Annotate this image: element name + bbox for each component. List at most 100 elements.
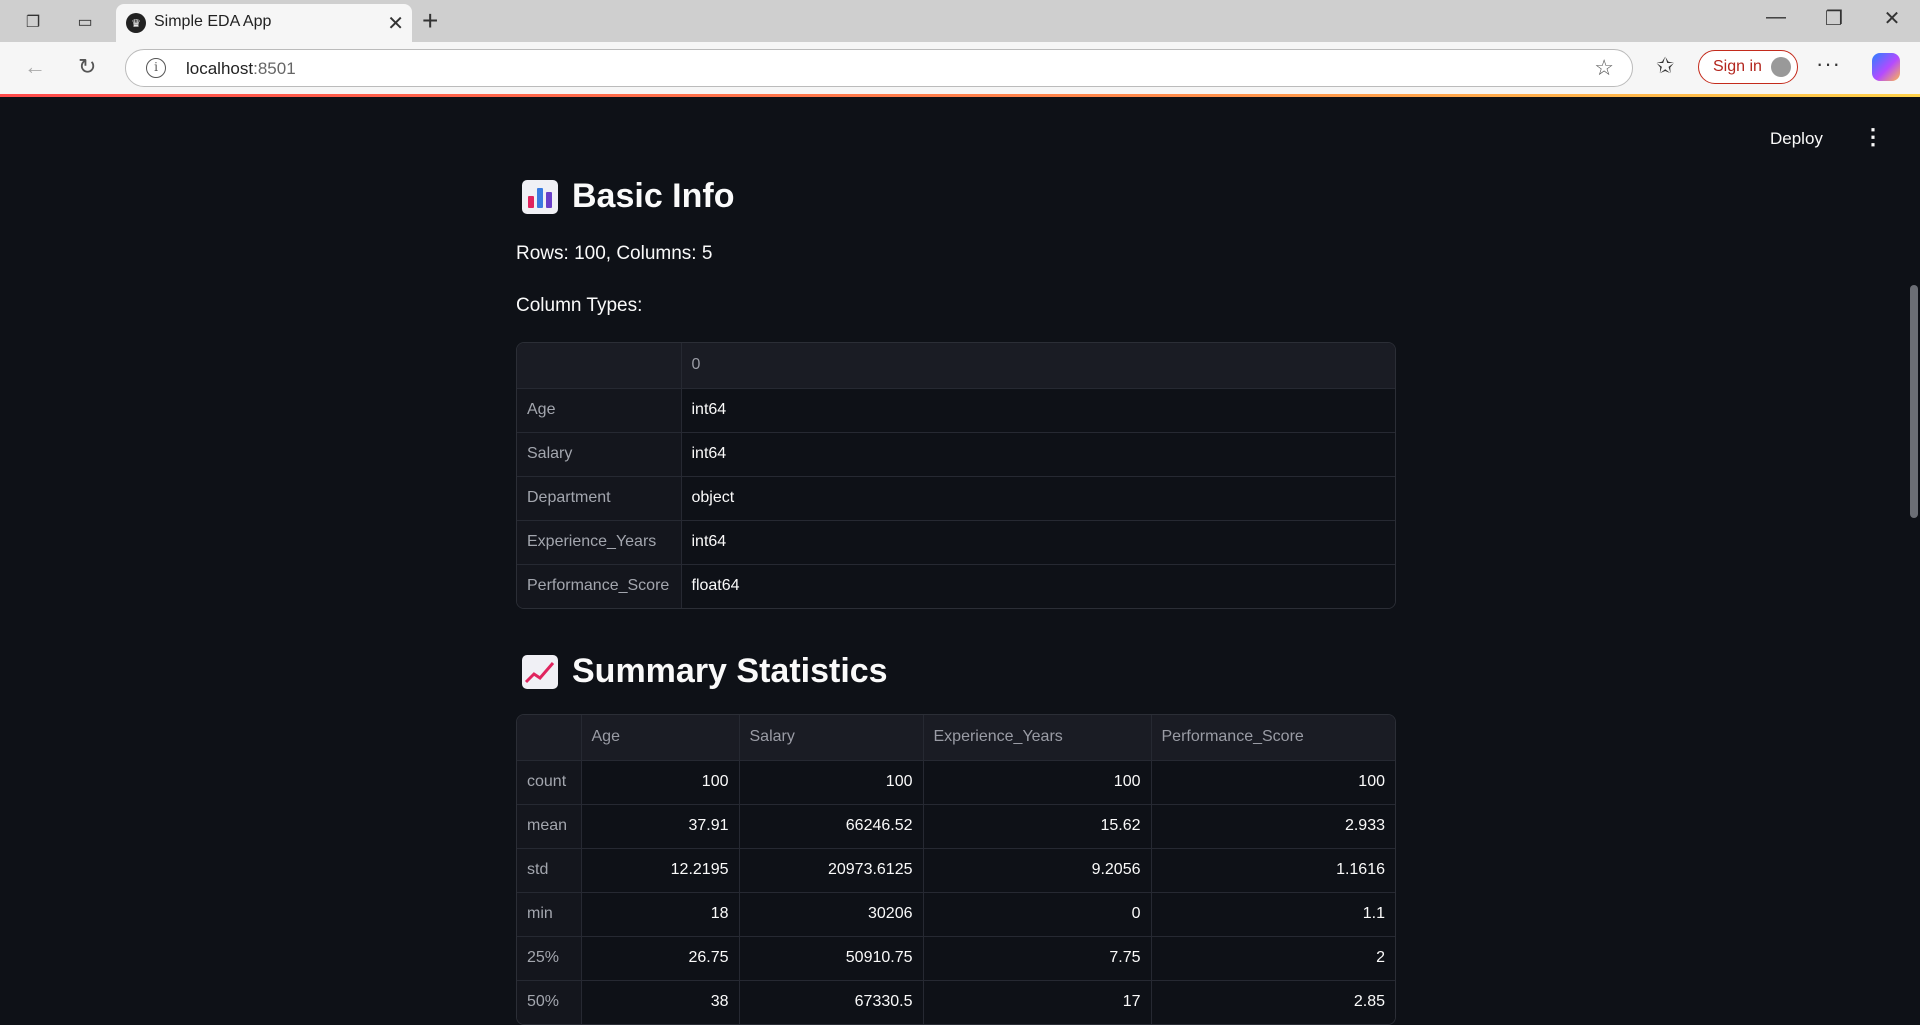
table-cell[interactable]: 2.933 — [1151, 804, 1395, 849]
table-cell[interactable]: 26.75 — [581, 936, 740, 981]
table-row: mean 37.91 66246.52 15.62 2.933 — [517, 804, 1395, 849]
row-index: Department — [517, 476, 682, 521]
row-index: 50% — [517, 980, 582, 1024]
table-header-row: Age Salary Experience_Years Performance_… — [517, 715, 1395, 761]
table-cell[interactable]: 50910.75 — [739, 936, 924, 981]
site-info-icon[interactable]: i — [146, 58, 166, 78]
column-header[interactable]: 0 — [681, 343, 1395, 389]
table-cell[interactable]: 66246.52 — [739, 804, 924, 849]
row-index: Salary — [517, 432, 682, 477]
favorites-icon[interactable]: ✩ — [1656, 53, 1674, 79]
url-host: localhost — [186, 59, 254, 78]
sign-in-label: Sign in — [1713, 58, 1762, 75]
table-cell[interactable]: 37.91 — [581, 804, 740, 849]
column-header-experience-years[interactable]: Experience_Years — [923, 715, 1152, 761]
table-cell[interactable]: 17 — [923, 980, 1152, 1024]
summary-statistics-heading: Summary Statistics — [522, 652, 888, 691]
browser-tab-bar: ❐ ▭ ♛ Simple EDA App ✕ + — ❐ ✕ — [0, 0, 1920, 42]
minimize-icon[interactable]: — — [1756, 6, 1796, 29]
basic-info-title: Basic Info — [572, 177, 735, 215]
table-row: 50% 38 67330.5 17 2.85 — [517, 980, 1395, 1024]
table-cell[interactable]: 2 — [1151, 936, 1395, 981]
row-index: std — [517, 848, 582, 893]
app-view: Deploy ⋮ Basic Info Rows: 100, Columns: … — [0, 97, 1920, 1025]
column-types-label: Column Types: — [516, 295, 643, 316]
table-cell[interactable]: 7.75 — [923, 936, 1152, 981]
browser-address-bar: ← ↻ i localhost:8501 ☆ ✩ Sign in ··· — [0, 42, 1920, 94]
tab-title: Simple EDA App — [154, 13, 272, 30]
table-cell[interactable]: int64 — [681, 388, 1395, 433]
deploy-button[interactable]: Deploy — [1770, 129, 1823, 149]
row-index: 25% — [517, 936, 582, 981]
table-cell[interactable]: 67330.5 — [739, 980, 924, 1024]
index-header — [517, 715, 582, 761]
row-index: Performance_Score — [517, 564, 682, 608]
table-row: Department object — [517, 476, 1395, 521]
table-row: Age int64 — [517, 388, 1395, 433]
column-header-salary[interactable]: Salary — [739, 715, 924, 761]
streamlit-favicon-icon: ♛ — [126, 13, 146, 33]
table-cell[interactable]: 100 — [923, 760, 1152, 805]
refresh-icon[interactable]: ↻ — [78, 54, 96, 80]
table-cell[interactable]: 0 — [923, 892, 1152, 937]
column-types-table[interactable]: 0 Age int64 Salary int64 Department object … — [516, 342, 1396, 609]
copilot-icon[interactable] — [1872, 53, 1900, 81]
table-header-row: 0 — [517, 343, 1395, 389]
table-cell[interactable]: 18 — [581, 892, 740, 937]
table-row: Salary int64 — [517, 432, 1395, 477]
table-cell[interactable]: int64 — [681, 432, 1395, 477]
browser-tab[interactable]: ♛ Simple EDA App ✕ — [116, 4, 412, 42]
bar-chart-emoji-icon — [522, 179, 558, 214]
sign-in-button[interactable]: Sign in — [1698, 50, 1798, 84]
url-text: localhost:8501 — [186, 59, 296, 79]
summary-statistics-table[interactable]: Age Salary Experience_Years Performance_… — [516, 714, 1396, 1025]
restore-icon[interactable]: ❐ — [1814, 6, 1854, 31]
table-row: Performance_Score float64 — [517, 564, 1395, 608]
table-cell[interactable]: 9.2056 — [923, 848, 1152, 893]
page-scrollbar[interactable] — [1906, 97, 1920, 1020]
workspaces-icon[interactable]: ❐ — [20, 9, 46, 35]
table-row: count 100 100 100 100 — [517, 760, 1395, 805]
profile-avatar-icon — [1771, 57, 1791, 77]
index-header — [517, 343, 682, 389]
table-cell[interactable]: object — [681, 476, 1395, 521]
scrollbar-thumb[interactable] — [1910, 285, 1918, 518]
table-cell[interactable]: int64 — [681, 520, 1395, 565]
table-cell[interactable]: 20973.6125 — [739, 848, 924, 893]
table-cell[interactable]: 100 — [739, 760, 924, 805]
window-close-icon[interactable]: ✕ — [1872, 6, 1912, 31]
chart-increasing-emoji-icon — [522, 654, 558, 689]
table-cell[interactable]: 15.62 — [923, 804, 1152, 849]
row-index: count — [517, 760, 582, 805]
table-row: min 18 30206 0 1.1 — [517, 892, 1395, 937]
rows-columns-text: Rows: 100, Columns: 5 — [516, 243, 713, 264]
table-row: Experience_Years int64 — [517, 520, 1395, 565]
table-row: std 12.2195 20973.6125 9.2056 1.1616 — [517, 848, 1395, 893]
table-row: 25% 26.75 50910.75 7.75 2 — [517, 936, 1395, 981]
more-menu-icon[interactable]: ··· — [1816, 51, 1841, 77]
table-cell[interactable]: 38 — [581, 980, 740, 1024]
table-cell[interactable]: float64 — [681, 564, 1395, 608]
table-cell[interactable]: 100 — [1151, 760, 1395, 805]
table-cell[interactable]: 100 — [581, 760, 740, 805]
tab-close-icon[interactable]: ✕ — [387, 11, 404, 36]
table-cell[interactable]: 1.1 — [1151, 892, 1395, 937]
summary-statistics-title: Summary Statistics — [572, 652, 888, 690]
table-cell[interactable]: 2.85 — [1151, 980, 1395, 1024]
column-header-performance-score[interactable]: Performance_Score — [1151, 715, 1395, 761]
url-port: :8501 — [253, 59, 296, 78]
row-index: min — [517, 892, 582, 937]
url-field[interactable]: i localhost:8501 ☆ — [125, 49, 1633, 87]
new-tab-icon[interactable]: + — [422, 5, 438, 37]
favorite-star-icon[interactable]: ☆ — [1594, 55, 1614, 81]
table-cell[interactable]: 30206 — [739, 892, 924, 937]
row-index: Age — [517, 388, 682, 433]
basic-info-heading: Basic Info — [522, 177, 734, 216]
table-cell[interactable]: 12.2195 — [581, 848, 740, 893]
row-index: mean — [517, 804, 582, 849]
tab-actions-icon[interactable]: ▭ — [72, 9, 98, 35]
table-cell[interactable]: 1.1616 — [1151, 848, 1395, 893]
main-menu-icon[interactable]: ⋮ — [1862, 124, 1884, 150]
column-header-age[interactable]: Age — [581, 715, 740, 761]
back-icon[interactable]: ← — [24, 54, 46, 80]
